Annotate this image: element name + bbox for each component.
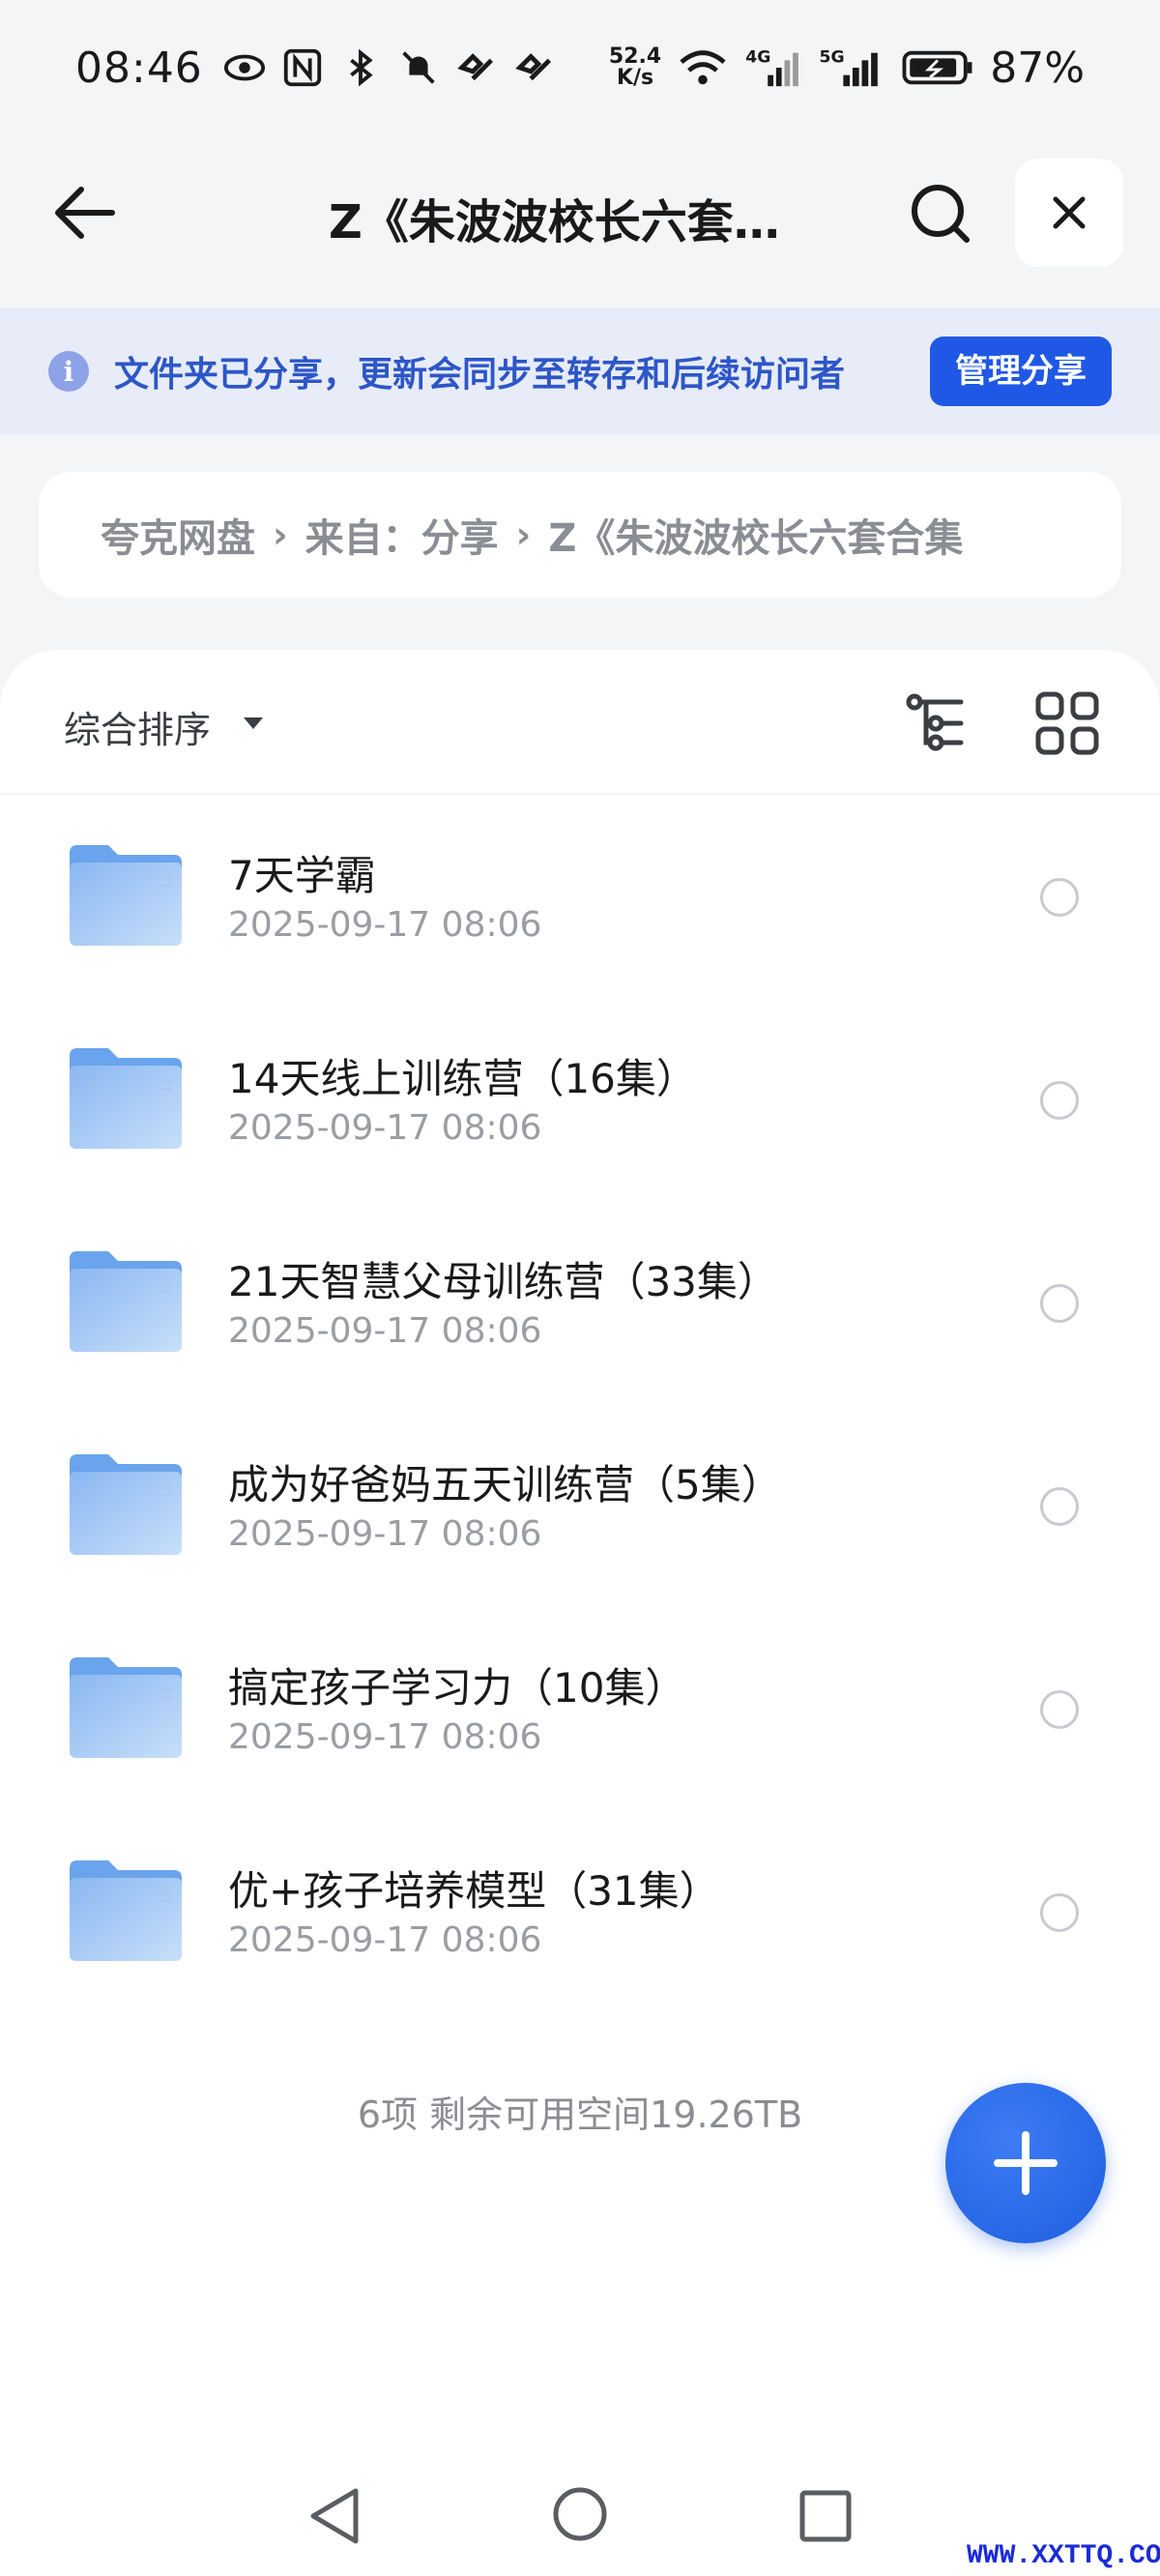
folder-icon	[70, 1860, 182, 1961]
battery-percent: 87%	[990, 43, 1085, 93]
file-row[interactable]: 优+孩子培养模型（31集） 2025-09-17 08:06	[0, 1810, 1160, 2013]
file-date: 2025-09-17 08:06	[228, 1717, 542, 1757]
select-radio[interactable]	[1040, 1081, 1079, 1120]
file-row[interactable]: 成为好爸妈五天训练营（5集） 2025-09-17 08:06	[0, 1404, 1160, 1607]
watermark: WWW.XXTTQ.COM	[967, 2541, 1160, 2571]
signal-4g-icon: 4G	[745, 47, 799, 87]
file-date: 2025-09-17 08:06	[228, 1514, 542, 1554]
file-row[interactable]: 搞定孩子学习力（10集） 2025-09-17 08:06	[0, 1607, 1160, 1810]
file-date: 2025-09-17 08:06	[228, 1108, 542, 1148]
caret-down-icon[interactable]	[242, 716, 265, 731]
search-button[interactable]	[907, 180, 974, 248]
nav-home-icon[interactable]	[551, 2485, 609, 2543]
manage-share-button[interactable]: 管理分享	[930, 337, 1112, 406]
eye-icon	[223, 54, 265, 81]
header: Z《朱波波校长六套…	[0, 145, 1160, 280]
file-name: 7天学霸	[228, 852, 376, 899]
file-name: 21天智慧父母训练营（33集）	[228, 1258, 778, 1305]
status-notification-icons	[222, 45, 557, 90]
status-time: 08:46	[75, 43, 203, 93]
breadcrumb: 夸克网盘 › 来自：分享 › Z《朱波波校长六套合集	[39, 472, 1121, 598]
select-radio[interactable]	[1040, 1893, 1079, 1932]
file-date: 2025-09-17 08:06	[228, 905, 542, 945]
arrow-left-icon	[55, 187, 115, 239]
folder-icon	[70, 1048, 182, 1149]
select-radio[interactable]	[1040, 1284, 1079, 1323]
mute-bell-icon	[402, 51, 435, 84]
nav-recent-icon[interactable]	[798, 2489, 853, 2543]
status-right: 52.4 K/s 4G 5G 87%	[609, 44, 1085, 93]
share-banner-text: 文件夹已分享，更新会同步至转存和后续访问者	[114, 355, 846, 395]
add-button[interactable]	[945, 2083, 1106, 2243]
file-name: 搞定孩子学习力（10集）	[228, 1664, 686, 1712]
signal-4g-label: 4G	[745, 47, 770, 67]
breadcrumb-item-shared[interactable]: 来自：分享	[305, 507, 499, 563]
folder-icon	[70, 1251, 182, 1352]
net-speed-value: 52.4	[608, 44, 662, 69]
file-row[interactable]: 7天学霸 2025-09-17 08:06	[0, 795, 1160, 998]
grid-view-icon[interactable]	[1032, 688, 1102, 758]
nav-back-icon[interactable]	[305, 2485, 363, 2547]
app-notification-icon	[457, 53, 493, 81]
chevron-right-icon: ›	[273, 513, 288, 556]
folder-icon	[70, 1454, 182, 1555]
search-icon	[912, 185, 970, 243]
app-notification-icon-2	[515, 53, 551, 81]
net-speed-unit: K/s	[616, 66, 654, 90]
folder-icon	[70, 1657, 182, 1758]
select-radio[interactable]	[1040, 1487, 1079, 1526]
plus-icon	[994, 2131, 1058, 2195]
sort-dropdown[interactable]: 综合排序	[64, 700, 211, 753]
tree-view-icon[interactable]	[901, 688, 971, 758]
page-title: Z《朱波波校长六套…	[329, 195, 780, 249]
file-name: 优+孩子培养模型（31集）	[228, 1867, 720, 1915]
signal-5g-label: 5G	[820, 47, 845, 67]
breadcrumb-item-root[interactable]: 夸克网盘	[101, 507, 255, 563]
nfc-icon	[283, 48, 321, 87]
file-row[interactable]: 21天智慧父母训练营（33集） 2025-09-17 08:06	[0, 1201, 1160, 1404]
wifi-icon	[680, 50, 726, 85]
share-banner: i 文件夹已分享，更新会同步至转存和后续访问者 管理分享	[0, 307, 1160, 435]
file-list: 7天学霸 2025-09-17 08:06 14天线上训练营（16集） 2025…	[0, 795, 1160, 2013]
chevron-right-icon: ›	[515, 513, 532, 556]
file-name: 成为好爸妈五天训练营（5集）	[228, 1461, 782, 1508]
file-name: 14天线上训练营（16集）	[228, 1055, 697, 1102]
net-speed: 52.4 K/s	[609, 46, 661, 89]
file-date: 2025-09-17 08:06	[228, 1920, 542, 1960]
bluetooth-icon	[350, 48, 373, 87]
file-row[interactable]: 14天线上训练营（16集） 2025-09-17 08:06	[0, 998, 1160, 1201]
breadcrumb-item-current: Z《朱波波校长六套合集	[548, 516, 964, 561]
file-date: 2025-09-17 08:06	[228, 1311, 542, 1351]
file-panel: 综合排序 7天学霸 2025-09-17 08:06 14天线上训练营（16集）…	[0, 650, 1160, 2576]
info-icon: i	[48, 351, 89, 392]
file-toolbar: 综合排序	[0, 650, 1160, 795]
status-bar: 08:46 52.4 K/s 4G 5G 87%	[0, 0, 1160, 135]
folder-icon	[70, 845, 182, 946]
select-radio[interactable]	[1040, 878, 1079, 917]
select-radio[interactable]	[1040, 1690, 1079, 1729]
back-button[interactable]	[50, 184, 118, 242]
close-button[interactable]	[1015, 159, 1123, 267]
signal-5g-icon: 5G	[820, 47, 879, 87]
close-icon	[1053, 196, 1086, 229]
battery-charging-icon	[902, 50, 972, 85]
